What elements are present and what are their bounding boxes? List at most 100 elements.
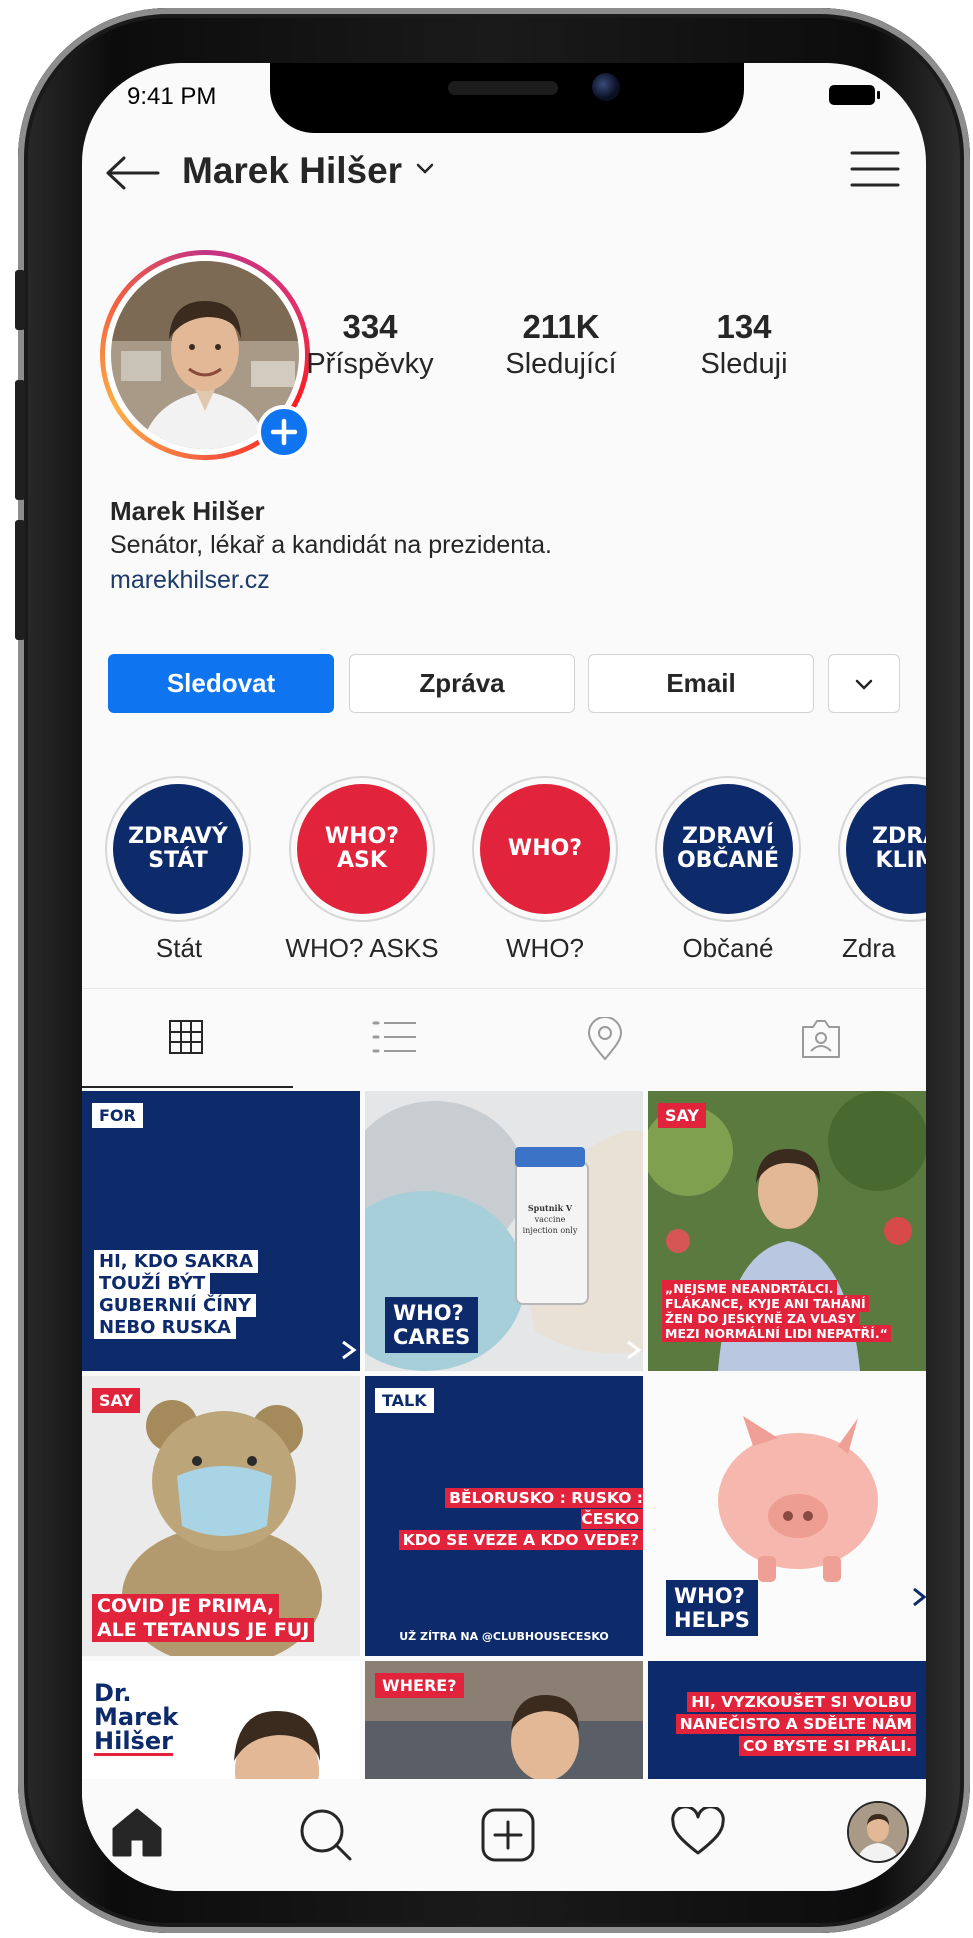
caption-line: HI, KDO SAKRA: [94, 1250, 258, 1273]
post-logo: Dr. Marek Hilšer: [94, 1681, 178, 1756]
post-tile[interactable]: SAY „NEJSME NEANDRTÁLCI. FLÁKANCE, KYJE …: [648, 1091, 926, 1371]
highlight-line: WHO?: [507, 836, 583, 861]
message-button[interactable]: Zpráva: [349, 654, 575, 713]
back-arrow-icon[interactable]: [104, 156, 160, 195]
caption-line: HI, VYZKOUŠET SI VOLBU: [687, 1692, 916, 1712]
highlight-label: Zdra: [842, 933, 896, 963]
highlight-who-asks[interactable]: WHO? ASK: [289, 776, 435, 922]
highlight-who-asks-cover: WHO? ASK: [297, 784, 427, 914]
grid-view-icon[interactable]: [166, 1017, 206, 1062]
tagged-photos-icon[interactable]: [799, 1017, 843, 1066]
stat-followers-label: Sledující: [505, 348, 617, 380]
caption-line: HELPS: [674, 1608, 750, 1632]
caption-line: CO BYSTE SI PŘÁLI.: [738, 1736, 916, 1756]
logo-line: Marek: [94, 1703, 179, 1731]
mute-switch: [15, 270, 25, 330]
caption-line: WHO?: [393, 1301, 464, 1325]
search-icon[interactable]: [298, 1807, 352, 1866]
highlight-line: ASK: [337, 848, 387, 873]
email-button[interactable]: Email: [588, 654, 814, 713]
highlight-label: Občané: [682, 933, 774, 963]
new-post-icon[interactable]: [480, 1807, 536, 1868]
post-tag: SAY: [92, 1388, 140, 1413]
logo-line: Hilšer: [94, 1727, 173, 1756]
stat-posts-label: Příspěvky: [306, 348, 434, 380]
location-pin-icon[interactable]: [585, 1016, 625, 1066]
post-caption: COVID JE PRIMA, ALE TETANUS JE FUJ: [92, 1594, 315, 1642]
carousel-arrow-icon: [913, 1587, 926, 1607]
vial-cap: [515, 1147, 585, 1167]
add-story-plus-icon[interactable]: [257, 405, 311, 459]
caption-line: BĚLORUSKO : RUSKO : ČESKO: [445, 1488, 643, 1529]
follow-button[interactable]: Sledovat: [108, 654, 334, 713]
logo-line: Dr.: [94, 1679, 132, 1707]
stat-following-label: Sleduji: [700, 348, 788, 380]
stat-followers-value: 211K: [522, 308, 600, 345]
highlight-obcane[interactable]: ZDRAVÍ OBČANÉ: [655, 776, 801, 922]
highlight-line: KLIM: [875, 848, 926, 873]
front-camera: [592, 73, 620, 101]
profile-avatar-icon[interactable]: [847, 1801, 909, 1863]
post-tag: SAY: [658, 1103, 706, 1128]
caption-line: MEZI NORMÁLNÍ LIDI NEPATŘÍ.“: [662, 1325, 891, 1342]
caption-line: ALE TETANUS JE FUJ: [92, 1618, 315, 1642]
highlight-label: WHO? ASKS: [285, 933, 439, 963]
chevron-down-icon: [855, 679, 873, 690]
vial-label-line: vaccine: [534, 1215, 566, 1224]
highlight-line: WHO?: [324, 824, 400, 849]
post-caption: HI, VYZKOUŠET SI VOLBU NANEČISTO A SDĚLT…: [675, 1691, 916, 1757]
screen: 9:41 PM Marek Hilšer 334 Příspěvky 211K …: [82, 63, 926, 1891]
stat-followers[interactable]: 211K Sledující: [476, 308, 646, 381]
highlight-line: ZDRAVÝ: [128, 824, 228, 849]
post-tile[interactable]: Sputnik V vaccine injection only WHO? CA…: [365, 1091, 643, 1371]
post-footer-text: UŽ ZÍTRA NA @CLUBHOUSECESKO: [399, 1630, 609, 1643]
stat-following-value: 134: [716, 308, 772, 345]
highlight-line: OBČANÉ: [676, 848, 780, 873]
highlight-label: WHO?: [506, 933, 584, 963]
bio-website-link[interactable]: marekhilser.cz: [110, 566, 270, 595]
highlight-who-cover: WHO?: [480, 784, 610, 914]
highlight-obcane-cover: ZDRAVÍ OBČANÉ: [663, 784, 793, 914]
caption-line: TOUŽÍ BÝT: [94, 1272, 211, 1295]
hamburger-menu-icon[interactable]: [850, 149, 900, 194]
heart-icon[interactable]: [670, 1805, 726, 1862]
vial-label-line: injection only: [522, 1226, 578, 1235]
bio-name: Marek Hilšer: [110, 496, 265, 526]
post-caption: BĚLORUSKO : RUSKO : ČESKO KDO SE VEZE A …: [389, 1488, 643, 1551]
stat-posts-value: 334: [342, 308, 398, 345]
battery-icon: [829, 85, 880, 105]
highlight-who[interactable]: WHO?: [472, 776, 618, 922]
home-icon[interactable]: [110, 1807, 164, 1862]
highlight-label: Stát: [155, 933, 203, 963]
list-view-icon[interactable]: [372, 1017, 418, 1062]
post-tile[interactable]: TALK BĚLORUSKO : RUSKO : ČESKO KDO SE VE…: [365, 1376, 643, 1656]
post-tag: TALK: [375, 1388, 434, 1413]
vial-label-line: Sputnik V: [527, 1203, 573, 1213]
caption-line: WHO?: [674, 1584, 745, 1608]
post-caption: WHO? HELPS: [666, 1580, 758, 1636]
highlight-stat-cover: ZDRAVÝ STÁT: [113, 784, 243, 914]
highlight-stat[interactable]: ZDRAVÝ STÁT: [105, 776, 251, 922]
notch: [270, 63, 744, 133]
post-tile[interactable]: SAY COVID JE PRIMA, ALE TETANUS JE FUJ: [82, 1376, 360, 1656]
vaccine-vial: Sputnik V vaccine injection only: [515, 1147, 589, 1305]
carousel-arrow-icon: [627, 1340, 642, 1360]
volume-up-button: [15, 380, 25, 500]
caption-line: COVID JE PRIMA,: [92, 1594, 280, 1618]
suggested-accounts-button[interactable]: [828, 654, 900, 713]
post-tag: FOR: [92, 1103, 143, 1128]
caption-line: CARES: [393, 1325, 471, 1349]
bio-text: Senátor, lékař a kandidát na prezidenta.: [110, 531, 552, 559]
post-caption: HI, KDO SAKRA TOUŽÍ BÝT GUBERNIÍ ČÍNY NE…: [94, 1250, 258, 1339]
highlight-line: ZDRA: [872, 824, 926, 849]
highlight-zdravi-klima[interactable]: ZDRAKLIM: [838, 776, 926, 922]
post-tile[interactable]: FOR HI, KDO SAKRA TOUŽÍ BÝT GUBERNIÍ ČÍN…: [82, 1091, 360, 1371]
profile-username[interactable]: Marek Hilšer: [182, 150, 402, 192]
stat-following[interactable]: 134 Sleduji: [659, 308, 829, 381]
vial-label: Sputnik V vaccine injection only: [521, 1203, 579, 1236]
chevron-down-icon[interactable]: [415, 161, 435, 180]
post-tile[interactable]: WHO? HELPS: [648, 1376, 926, 1656]
highlight-zdravi-klima-cover: ZDRAKLIM: [846, 784, 926, 914]
caption-line: KDO SE VEZE A KDO VEDE?: [398, 1530, 643, 1550]
stat-posts[interactable]: 334 Příspěvky: [285, 308, 455, 381]
